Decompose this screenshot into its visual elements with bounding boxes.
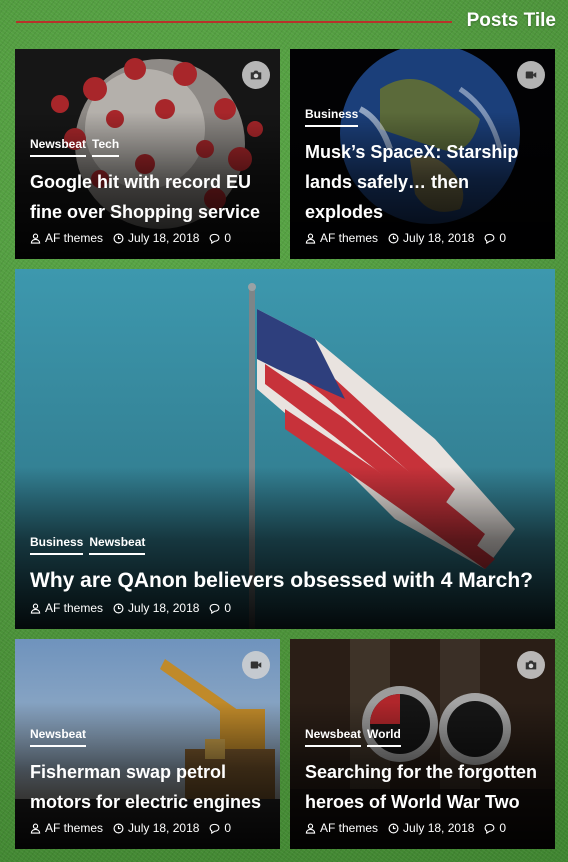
post-date: July 18, 2018 [128,601,200,615]
post-author[interactable]: AF themes [45,821,103,835]
category-link[interactable]: Newsbeat [30,137,87,157]
post-author[interactable]: AF themes [320,821,378,835]
post-comments[interactable]: 0 [499,821,506,835]
post-content: Newsbeat Fisherman swap petrol motors fo… [30,727,268,835]
user-icon [305,823,316,834]
post-content: Newsbeat Tech Google hit with record EU … [30,137,268,245]
category-link[interactable]: Newsbeat [30,727,87,747]
comment-icon [209,823,220,834]
post-date: July 18, 2018 [403,821,475,835]
post-categories: Business [305,107,543,127]
user-icon [30,603,41,614]
post-date: July 18, 2018 [128,821,200,835]
clock-icon [113,603,124,613]
camera-icon [525,660,537,670]
comment-icon [484,823,495,834]
video-icon [525,71,537,79]
category-link[interactable]: Business [30,535,84,555]
post-author[interactable]: AF themes [45,601,103,615]
post-tile-5[interactable]: Newsbeat World Searching for the forgott… [290,639,555,849]
post-title[interactable]: Searching for the forgotten heroes of Wo… [305,757,543,817]
video-icon [250,661,262,669]
clock-icon [113,233,124,243]
post-title[interactable]: Google hit with record EU fine over Shop… [30,167,268,227]
post-author[interactable]: AF themes [320,231,378,245]
clock-icon [388,823,399,833]
post-meta: AF themes July 18, 2018 0 [305,821,543,835]
post-tile-3[interactable]: Business Newsbeat Why are QAnon believer… [15,269,555,629]
clock-icon [388,233,399,243]
category-link[interactable]: World [367,727,401,747]
post-categories: Business Newsbeat [30,535,543,555]
post-tile-4[interactable]: Newsbeat Fisherman swap petrol motors fo… [15,639,280,849]
clock-icon [113,823,124,833]
camera-badge [242,61,270,89]
post-tile-2[interactable]: Business Musk’s SpaceX: Starship lands s… [290,49,555,259]
post-comments[interactable]: 0 [499,231,506,245]
user-icon [305,233,316,244]
category-link[interactable]: Tech [92,137,120,157]
post-content: Business Newsbeat Why are QAnon believer… [30,535,543,615]
video-badge [517,61,545,89]
post-content: Business Musk’s SpaceX: Starship lands s… [305,107,543,245]
post-meta: AF themes July 18, 2018 0 [30,601,543,615]
section-title: Posts Tile [466,10,556,31]
post-meta: AF themes July 18, 2018 0 [305,231,543,245]
post-comments[interactable]: 0 [224,821,231,835]
post-title[interactable]: Musk’s SpaceX: Starship lands safely… th… [305,137,543,227]
post-title[interactable]: Why are QAnon believers obsessed with 4 … [30,565,543,597]
post-meta: AF themes July 18, 2018 0 [30,821,268,835]
post-tile-1[interactable]: Newsbeat Tech Google hit with record EU … [15,49,280,259]
post-categories: Newsbeat [30,727,268,747]
post-comments[interactable]: 0 [224,601,231,615]
comment-icon [484,233,495,244]
section-header: Posts Tile [16,8,556,36]
post-categories: Newsbeat Tech [30,137,268,157]
user-icon [30,823,41,834]
video-badge [242,651,270,679]
post-title[interactable]: Fisherman swap petrol motors for electri… [30,757,268,817]
post-author[interactable]: AF themes [45,231,103,245]
user-icon [30,233,41,244]
header-divider [16,21,452,23]
post-categories: Newsbeat World [305,727,543,747]
post-date: July 18, 2018 [403,231,475,245]
camera-badge [517,651,545,679]
category-link[interactable]: Business [305,107,359,127]
camera-icon [250,70,262,80]
post-comments[interactable]: 0 [224,231,231,245]
category-link[interactable]: Newsbeat [305,727,362,747]
category-link[interactable]: Newsbeat [89,535,146,555]
comment-icon [209,233,220,244]
post-content: Newsbeat World Searching for the forgott… [305,727,543,835]
comment-icon [209,603,220,614]
post-meta: AF themes July 18, 2018 0 [30,231,268,245]
post-date: July 18, 2018 [128,231,200,245]
